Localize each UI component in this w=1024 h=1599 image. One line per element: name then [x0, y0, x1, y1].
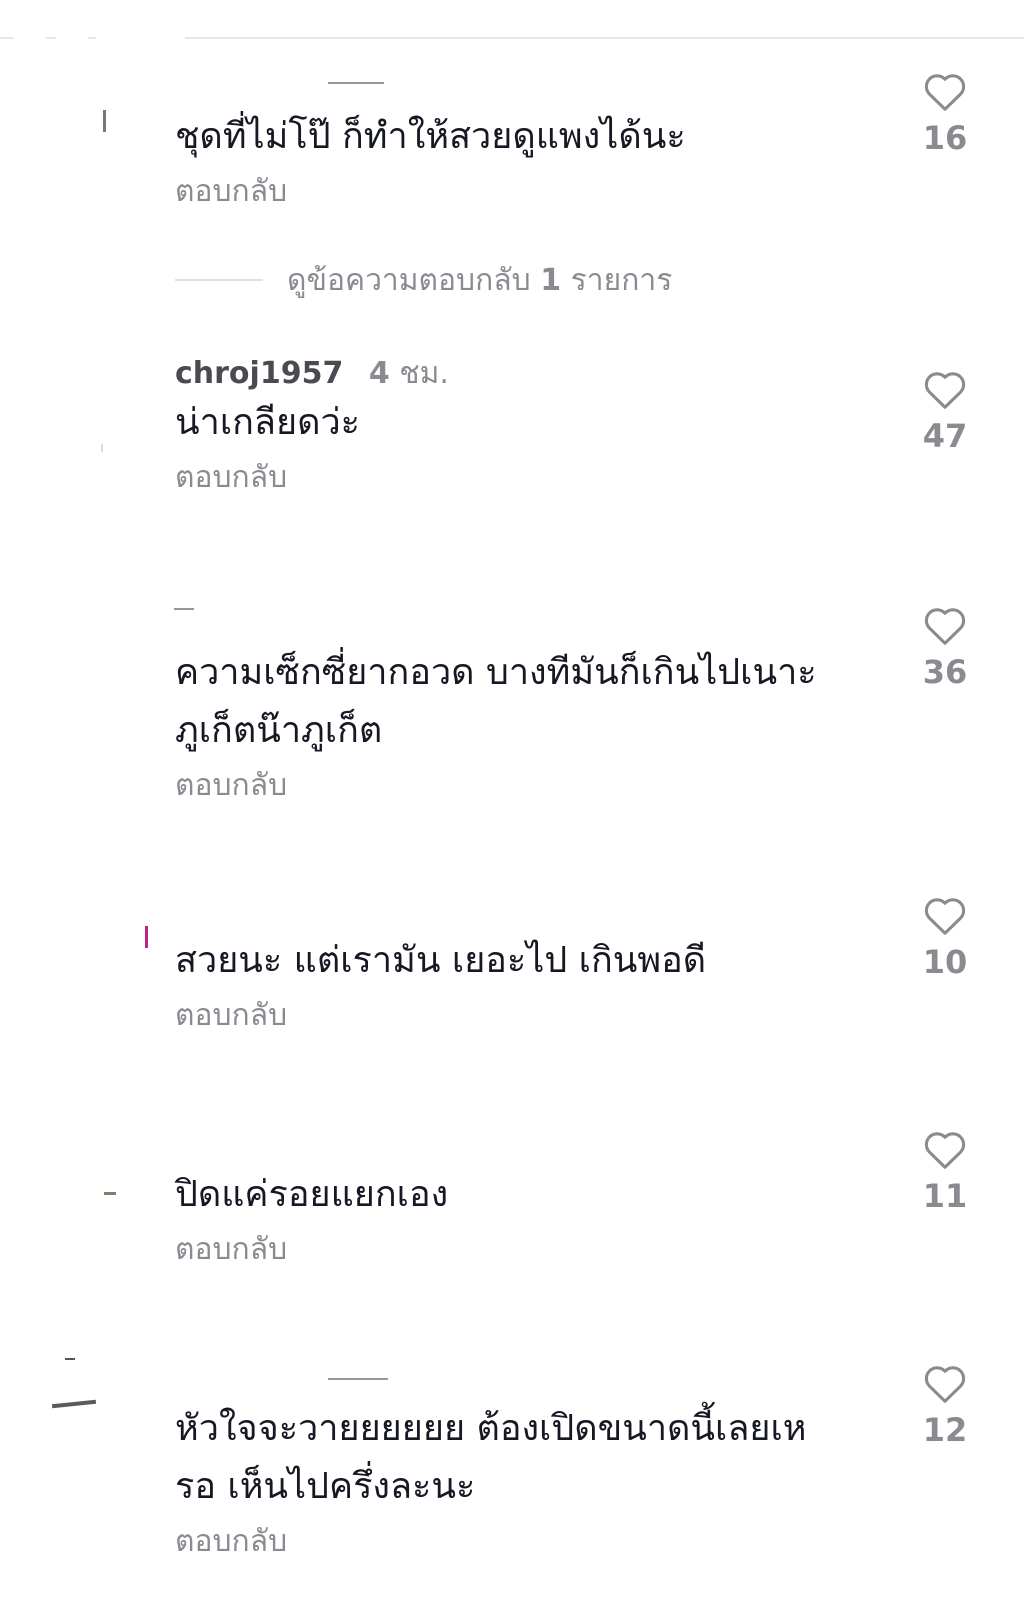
top-divider	[185, 37, 1024, 39]
like-button[interactable]: 11	[905, 1130, 985, 1216]
avatar[interactable]	[104, 1192, 116, 1195]
like-count: 36	[922, 653, 968, 691]
reply-button[interactable]: ตอบกลับ	[175, 1522, 875, 1562]
view-replies-line	[175, 279, 263, 281]
comment-text-line: ชุดที่ไม่โป๊ ก็ทำให้สวยดูแพงได้นะ	[175, 116, 686, 157]
top-divider-fragment	[0, 37, 14, 39]
reply-button[interactable]: ตอบกลับ	[175, 172, 875, 212]
like-count: 12	[922, 1411, 968, 1449]
top-divider-fragment	[88, 37, 96, 39]
comment-time: 4 ชม.	[369, 356, 449, 391]
comment-text-line: สวยนะ แต่เรามัน เยอะไป เกินพอดี	[175, 940, 707, 981]
reply-button[interactable]: ตอบกลับ	[175, 1230, 875, 1270]
comment-text-line: ภูเก็ตน๊าภูเก็ต	[175, 710, 383, 751]
view-replies-button[interactable]: ดูข้อความตอบกลับ 1 รายการ	[175, 258, 672, 302]
avatar-fragment	[51, 1399, 97, 1409]
avatar[interactable]	[103, 110, 106, 132]
comment-text-line: ความเซ็กซี่ยากอวด บางทีมันก็เกินไปเนาะ	[175, 652, 817, 693]
like-count: 10	[922, 943, 968, 981]
avatar[interactable]	[65, 1358, 75, 1360]
avatar[interactable]	[145, 926, 148, 948]
like-count: 47	[922, 417, 968, 455]
avatar[interactable]	[101, 444, 103, 452]
comment-text: หัวใจจะวายยยยยย ต้องเปิดขนาดนี้เลยเห รอ …	[175, 1400, 875, 1516]
comment-text: สวยนะ แต่เรามัน เยอะไป เกินพอดี	[175, 932, 875, 990]
reply-button[interactable]: ตอบกลับ	[175, 996, 875, 1036]
username-redacted[interactable]	[328, 82, 384, 84]
comment-time-value: 4	[368, 356, 390, 391]
like-count: 11	[922, 1177, 968, 1215]
heart-outline-icon	[924, 1132, 966, 1169]
view-replies-suffix: รายการ	[570, 262, 673, 298]
comment-text-line: น่าเกลียดว่ะ	[175, 402, 361, 443]
comment-time-unit: ชม.	[399, 356, 449, 391]
view-replies-count: 1	[540, 262, 562, 298]
heart-outline-icon	[924, 608, 966, 645]
view-replies-label: ดูข้อความตอบกลับ	[287, 262, 531, 298]
comment-text-line: รอ เห็นไปครึ่งละนะ	[175, 1466, 476, 1507]
like-button[interactable]: 10	[905, 896, 985, 982]
like-button[interactable]: 16	[905, 72, 985, 158]
comment-header: chroj1957 4 ชม.	[175, 354, 875, 394]
username[interactable]: chroj1957	[175, 356, 343, 391]
comment-text-line: ปิดแค่รอยแยกเอง	[175, 1174, 449, 1215]
comment-text-line: หัวใจจะวายยยยยย ต้องเปิดขนาดนี้เลยเห	[175, 1408, 807, 1449]
comment-text: ปิดแค่รอยแยกเอง	[175, 1166, 875, 1224]
username-redacted[interactable]	[174, 608, 194, 610]
comment-text: ความเซ็กซี่ยากอวด บางทีมันก็เกินไปเนาะ ภ…	[175, 644, 875, 760]
like-button[interactable]: 12	[905, 1364, 985, 1450]
username-redacted[interactable]	[328, 1378, 388, 1380]
reply-button[interactable]: ตอบกลับ	[175, 458, 875, 498]
comment-text: ชุดที่ไม่โป๊ ก็ทำให้สวยดูแพงได้นะ	[175, 108, 875, 166]
reply-button[interactable]: ตอบกลับ	[175, 766, 875, 806]
heart-outline-icon	[924, 1366, 966, 1403]
heart-outline-icon	[924, 74, 966, 111]
like-button[interactable]: 47	[905, 370, 985, 456]
like-count: 16	[922, 119, 968, 157]
comment-text: น่าเกลียดว่ะ	[175, 394, 875, 452]
heart-outline-icon	[924, 898, 966, 935]
top-divider-fragment	[46, 37, 56, 39]
like-button[interactable]: 36	[905, 606, 985, 692]
heart-outline-icon	[924, 372, 966, 409]
